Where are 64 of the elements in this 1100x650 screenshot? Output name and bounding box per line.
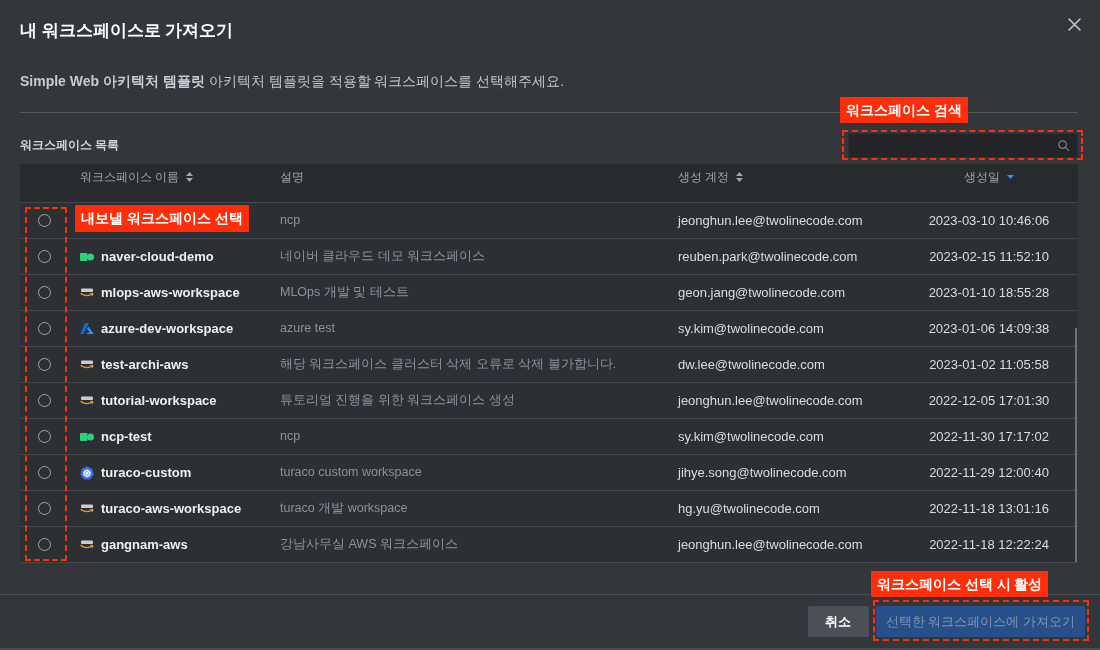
workspace-name[interactable]: mlops-aws-workspace bbox=[101, 282, 240, 303]
creator-email: geon.jang@twolinecode.com bbox=[678, 283, 846, 302]
smile-logo-icon bbox=[80, 396, 94, 405]
square-circle-icon bbox=[80, 252, 94, 261]
creator-email: jeonghun.lee@twolinecode.com bbox=[678, 535, 863, 554]
workspace-name[interactable]: gangnam-aws bbox=[101, 534, 188, 555]
workspace-description: 네이버 클라우드 데모 워크스페이스 bbox=[280, 248, 486, 266]
column-header[interactable]: 생성일 bbox=[964, 170, 1000, 184]
workspace-name[interactable]: tutorial-workspace bbox=[101, 390, 217, 411]
search-icon bbox=[1058, 140, 1069, 151]
cancel-button[interactable]: 취소 bbox=[807, 606, 869, 637]
smile-logo-icon bbox=[80, 504, 94, 513]
annotation-label: 워크스페이스 검색 bbox=[840, 97, 968, 123]
wheel-icon bbox=[80, 465, 94, 480]
workspace-description: turaco custom workspace bbox=[280, 464, 422, 482]
annotation-label: 워크스페이스 선택 시 활성 bbox=[870, 571, 1049, 597]
description-text: Simple Web 아키텍처 템플릿 아키텍처 템플릿을 적용할 워크스페이스를 선택해주세요. bbox=[20, 72, 566, 91]
creator-email: jeonghun.lee@twolinecode.com bbox=[678, 211, 863, 230]
square-circle-icon bbox=[80, 432, 94, 441]
workspace-description: ncp bbox=[280, 212, 301, 230]
created-date: 2023-01-02 11:05:58 bbox=[929, 355, 1049, 374]
workspace-name[interactable]: test-archi-aws bbox=[101, 354, 189, 375]
workspace-description: MLOps 개발 및 테스트 bbox=[280, 284, 409, 302]
created-date: 2023-01-06 14:09:38 bbox=[928, 319, 1050, 338]
annotation-label: 내보낼 워크스페이스 선택 bbox=[75, 205, 249, 232]
workspace-name[interactable]: turaco-aws-workspace bbox=[101, 498, 242, 519]
workspace-description: 튜토리얼 진행을 위한 워크스페이스 생성 bbox=[280, 392, 515, 410]
created-date: 2022-11-29 12:00:40 bbox=[929, 463, 1049, 482]
created-date: 2023-01-10 18:55:28 bbox=[928, 283, 1050, 302]
smile-logo-icon bbox=[80, 540, 94, 549]
column-header: 설명 bbox=[280, 170, 304, 184]
list-title: 워크스페이스 목록 bbox=[20, 137, 120, 154]
smile-logo-icon bbox=[80, 360, 94, 369]
close-button[interactable] bbox=[1068, 18, 1081, 31]
workspace-description: ncp bbox=[280, 428, 301, 446]
created-date: 2023-02-15 11:52:10 bbox=[929, 247, 1049, 266]
created-date: 2023-03-10 10:46:06 bbox=[928, 211, 1050, 230]
dialog-title: 내 워크스페이스로 가져오기 bbox=[20, 20, 234, 42]
workspace-description: 강남사무실 AWS 워크스페이스 bbox=[280, 536, 458, 554]
workspace-name[interactable]: turaco-custom bbox=[101, 462, 192, 483]
column-header[interactable]: 워크스페이스 이름 bbox=[80, 170, 180, 184]
triangle-logo-icon bbox=[80, 323, 94, 334]
column-header[interactable]: 생성 계정 bbox=[678, 170, 730, 184]
created-date: 2022-12-05 17:01:30 bbox=[928, 391, 1050, 410]
workspace-name[interactable]: ncp-test bbox=[101, 426, 152, 447]
search-field[interactable] bbox=[848, 133, 1078, 158]
close-icon bbox=[1068, 18, 1081, 31]
scrollbar-thumb[interactable] bbox=[1075, 328, 1077, 562]
creator-email: sy.kim@twolinecode.com bbox=[678, 427, 824, 446]
smile-logo-icon bbox=[80, 288, 94, 297]
workspace-description: azure test bbox=[280, 320, 335, 338]
workspace-description: 해당 워크스페이스 클러스터 삭제 오류로 삭제 불가합니다. bbox=[280, 356, 617, 374]
creator-email: sy.kim@twolinecode.com bbox=[678, 319, 824, 338]
creator-email: dw.lee@twolinecode.com bbox=[678, 355, 825, 374]
creator-email: reuben.park@twolinecode.com bbox=[678, 247, 858, 266]
workspace-description: turaco 개발 workspace bbox=[280, 500, 408, 518]
creator-email: hg.yu@twolinecode.com bbox=[678, 499, 820, 518]
creator-email: jeonghun.lee@twolinecode.com bbox=[678, 391, 863, 410]
created-date: 2022-11-18 13:01:16 bbox=[929, 499, 1049, 518]
workspace-name[interactable]: azure-dev-workspace bbox=[101, 318, 234, 339]
created-date: 2022-11-30 17:17:02 bbox=[929, 427, 1049, 446]
creator-email: jihye.song@twolinecode.com bbox=[678, 463, 847, 482]
created-date: 2022-11-18 12:22:24 bbox=[929, 535, 1049, 554]
workspace-name[interactable]: naver-cloud-demo bbox=[101, 246, 214, 267]
